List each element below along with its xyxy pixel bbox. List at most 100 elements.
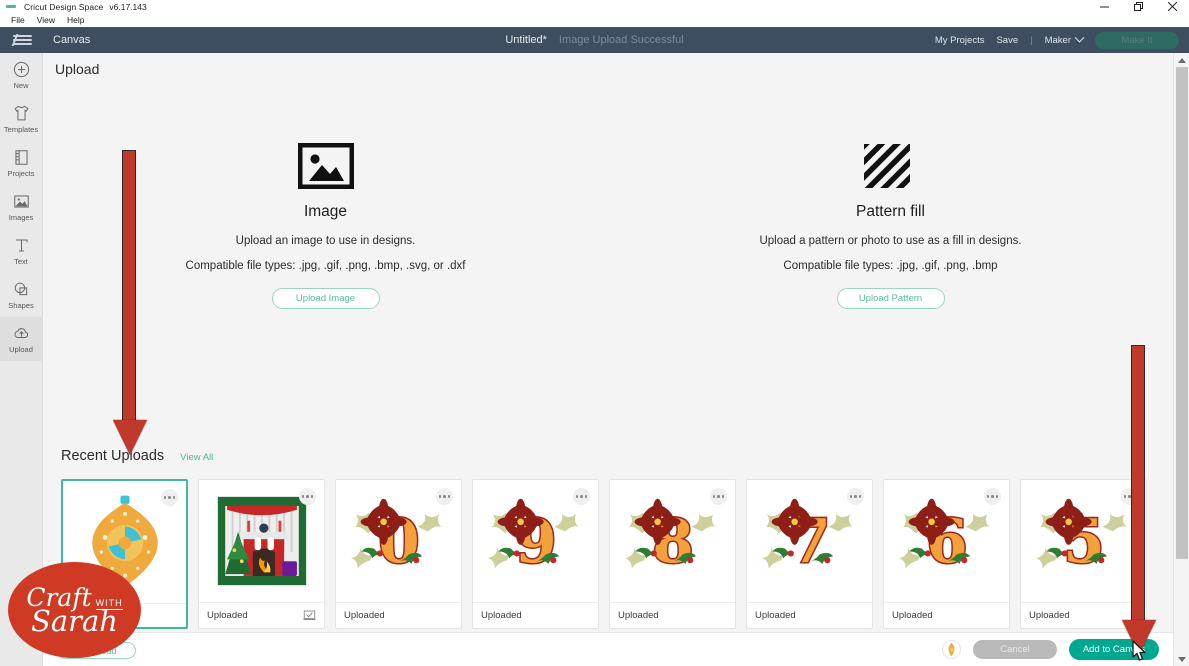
app-icon [6,5,16,8]
upload-card[interactable]: 6 Uploaded [883,479,1010,629]
upload-pattern-button[interactable]: Upload Pattern [836,288,945,309]
choice-heading: Image [303,203,348,220]
scroll-up-icon[interactable] [1174,53,1189,67]
sidebar-item-templates[interactable]: Templates [0,97,43,141]
more-options-icon[interactable] [847,488,864,505]
upload-card-footer: Uploaded [336,602,461,628]
upload-card-status: Uploaded [481,610,522,621]
upload-image-button[interactable]: Upload Image [271,288,380,309]
sidebar-item-label: Projects [7,169,35,178]
upload-card[interactable]: Uploaded [198,479,325,629]
sidebar-item-label: Images [8,213,34,222]
watermark-logo: Craft WITH Sarah [8,562,141,658]
sidebar-item-upload[interactable]: Upload [0,317,43,361]
save-button[interactable]: Save [996,35,1018,46]
upload-choice-pattern[interactable]: Pattern fill Upload a pattern or photo t… [608,143,1173,309]
sidebar-item-shapes[interactable]: Shapes [0,273,43,317]
minimize-icon[interactable] [1087,0,1121,13]
header-actions: My Projects Save | Maker Make It [935,31,1189,49]
scrollbar-track[interactable] [1174,67,1189,652]
choice-filetypes: Compatible file types: .jpg, .gif, .png,… [783,260,998,272]
view-all-link[interactable]: View All [180,452,213,463]
app-header: Canvas Untitled* Image Upload Successful… [0,27,1189,53]
chevron-down-icon [1074,32,1085,43]
upload-cloud-icon [12,324,31,343]
choice-heading: Pattern fill [856,203,925,220]
choice-description: Upload a pattern or photo to use as a fi… [759,235,1022,247]
upload-card-thumbnail[interactable]: 6 [884,480,1009,602]
app-window: Cricut Design Space v6.17.143 File View … [0,0,1189,666]
panel-scrollbar[interactable] [1173,53,1189,666]
add-to-canvas-button[interactable]: Add to Canvas [1069,639,1159,660]
machine-selector[interactable]: Maker [1045,32,1085,46]
upload-card-thumbnail[interactable]: 8 [610,480,735,602]
sidebar-item-label: Upload [9,345,33,354]
make-it-button[interactable]: Make It [1095,31,1179,49]
more-options-icon[interactable] [1121,488,1138,505]
selected-image-preview [942,640,961,659]
scrollbar-thumb[interactable] [1176,67,1188,559]
recent-uploads-header: Recent Uploads View All [61,448,213,464]
upload-card-status: Uploaded [618,610,659,621]
tshirt-icon [12,104,31,123]
upload-card[interactable]: 7 Uploaded [746,479,873,629]
upload-card-thumbnail[interactable]: 0 [336,480,461,602]
more-options-icon[interactable] [161,489,178,506]
watermark-sarah: Sarah [31,603,118,638]
plus-circle-icon [12,60,31,79]
upload-card-thumbnail[interactable]: 7 [747,480,872,602]
more-options-icon[interactable] [436,488,453,505]
menu-hamburger-icon[interactable] [11,33,32,47]
menu-item-view[interactable]: View [31,15,61,25]
diagonal-stripes-icon [863,143,919,189]
print-then-cut-icon [303,610,316,621]
header-canvas-label[interactable]: Canvas [53,34,90,46]
upload-card[interactable]: 8 Uploaded [609,479,736,629]
close-icon[interactable] [1155,0,1189,13]
upload-card[interactable]: 9 Uploaded [472,479,599,629]
more-options-icon[interactable] [299,488,316,505]
sidebar-item-label: Shapes [8,301,34,310]
choice-filetypes: Compatible file types: .jpg, .gif, .png,… [185,260,466,272]
more-options-icon[interactable] [573,488,590,505]
document-title[interactable]: Untitled* [505,34,547,46]
header-separator: | [1030,34,1033,46]
choice-description: Upload an image to use in designs. [235,235,416,247]
window-controls [1087,0,1189,13]
scroll-down-icon[interactable] [1174,652,1189,666]
menu-item-file[interactable]: File [5,15,31,25]
sidebar-item-projects[interactable]: Projects [0,141,43,185]
upload-panel: Upload Image Upload an image to use in d… [43,53,1189,666]
upload-card-status: Uploaded [344,610,385,621]
more-options-icon[interactable] [710,488,727,505]
upload-card-footer: Uploaded [747,602,872,628]
shapes-icon [12,280,31,299]
upload-card-thumbnail[interactable]: 9 [473,480,598,602]
upload-card-footer: Uploaded [610,602,735,628]
image-placeholder-icon [297,142,354,190]
photo-icon [12,192,31,211]
my-projects-link[interactable]: My Projects [935,35,985,46]
upload-card-thumbnail[interactable] [199,480,324,602]
more-options-icon[interactable] [984,488,1001,505]
sidebar-item-label: Templates [3,125,39,134]
maximize-icon[interactable] [1121,0,1155,13]
upload-card[interactable]: 5 Uploaded [1020,479,1147,629]
window-titlebar: Cricut Design Space v6.17.143 [0,0,1189,13]
sidebar-item-images[interactable]: Images [0,185,43,229]
sidebar-item-text[interactable]: Text [0,229,43,273]
upload-card-status: Uploaded [755,610,796,621]
notebook-icon [12,148,31,167]
upload-choice-image[interactable]: Image Upload an image to use in designs.… [43,142,608,309]
cancel-button[interactable]: Cancel [973,640,1057,659]
upload-card-footer: Uploaded [199,602,324,628]
page-title: Upload [55,61,100,77]
menubar: File View Help [0,13,1189,27]
menu-item-help[interactable]: Help [61,15,90,25]
sidebar-item-new[interactable]: New [0,53,43,97]
upload-status-text: Image Upload Successful [558,34,684,46]
upload-card-thumbnail[interactable]: 5 [1021,480,1146,602]
upload-choices: Image Upload an image to use in designs.… [43,142,1173,309]
upload-card[interactable]: 0 Uploaded [335,479,462,629]
upload-card-footer: Uploaded [884,602,1009,628]
